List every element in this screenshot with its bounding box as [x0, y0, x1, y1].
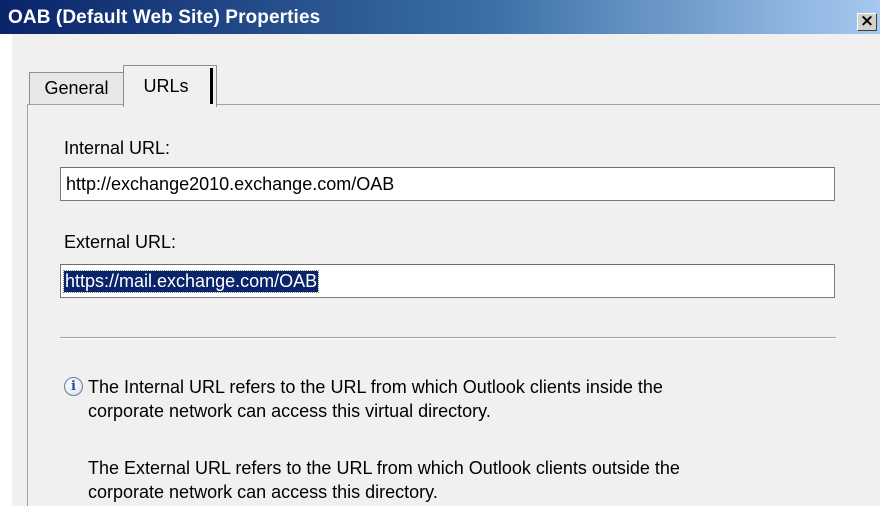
info-paragraph-external: The External URL refers to the URL from …	[88, 456, 680, 504]
dialog-left-margin	[0, 34, 12, 506]
tab-general-label: General	[44, 78, 109, 98]
tab-urls[interactable]: URLs	[123, 65, 217, 107]
internal-url-value: http://exchange2010.exchange.com/OAB	[66, 174, 395, 194]
properties-dialog: OAB (Default Web Site) Properties × Gene…	[0, 0, 880, 506]
info-internal-line-1: The Internal URL refers to the URL from …	[88, 377, 663, 397]
internal-url-label: Internal URL:	[64, 138, 171, 158]
title-bar[interactable]: OAB (Default Web Site) Properties ×	[0, 0, 880, 34]
window-title: OAB (Default Web Site) Properties	[8, 7, 321, 28]
info-internal-line-2: corporate network can access this virtua…	[88, 401, 491, 421]
info-icon: i	[64, 377, 83, 396]
close-icon: ×	[859, 11, 875, 31]
separator-line	[60, 337, 836, 339]
tab-general[interactable]: General	[29, 72, 124, 104]
external-url-first-char: h	[65, 271, 76, 291]
internal-url-field[interactable]: http://exchange2010.exchange.com/OAB	[60, 167, 835, 201]
external-url-selected-text: https://mail.exchange.com/OAB	[62, 270, 320, 293]
external-url-label: External URL:	[64, 232, 177, 252]
tab-urls-edge	[210, 68, 213, 104]
info-external-line-1: The External URL refers to the URL from …	[88, 458, 680, 478]
tab-urls-label: URLs	[143, 76, 189, 96]
urls-tab-panel	[27, 104, 880, 506]
info-external-line-2: corporate network can access this direct…	[88, 482, 438, 502]
info-paragraph-internal: The Internal URL refers to the URL from …	[88, 375, 663, 423]
close-button[interactable]: ×	[857, 13, 877, 31]
external-url-rest: ttps://mail.exchange.com/OAB	[75, 271, 318, 291]
external-url-field[interactable]: https://mail.exchange.com/OAB	[60, 264, 835, 298]
